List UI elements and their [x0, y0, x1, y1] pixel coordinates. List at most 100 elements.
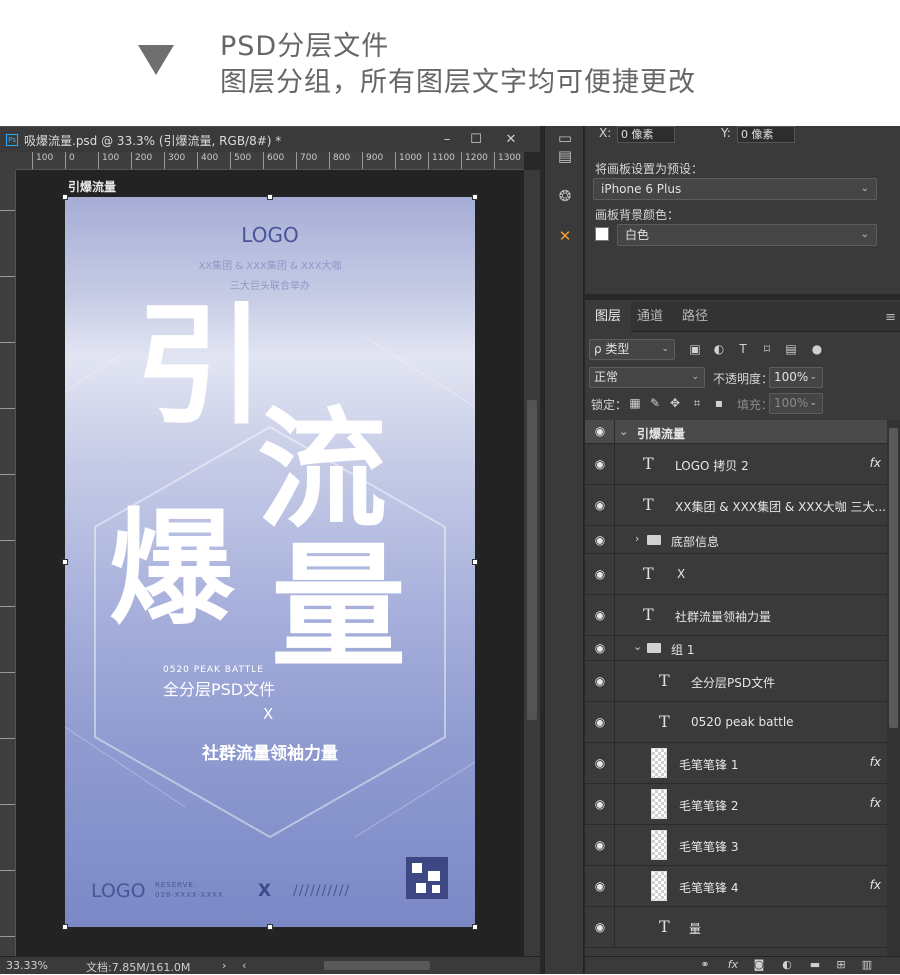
eye-icon[interactable]: ◉ [591, 457, 609, 471]
layer-row[interactable]: ◉ T X [585, 554, 887, 595]
close-button[interactable]: ✕ [496, 130, 526, 149]
layer-row-artboard[interactable]: ◉ ⌄ 引爆流量 [585, 420, 887, 444]
chevron-right-icon[interactable]: › [635, 532, 639, 545]
layer-name: X [677, 567, 686, 581]
eye-icon[interactable]: ◉ [591, 797, 609, 811]
lock-transparency-icon[interactable]: ▦ [627, 395, 643, 411]
eye-icon[interactable]: ◉ [591, 756, 609, 770]
lock-artboard-icon[interactable]: ⌗ [689, 395, 705, 411]
tab-channels[interactable]: 通道 [627, 302, 673, 332]
panel-menu-icon[interactable]: ≡ [885, 310, 896, 325]
document-size[interactable]: 文档:7.85M/161.0M [86, 959, 190, 975]
transform-handle[interactable] [472, 924, 478, 930]
lock-all-icon[interactable]: ▪ [711, 395, 727, 411]
eye-icon[interactable]: ◉ [591, 567, 609, 581]
bg-color-swatch[interactable] [595, 227, 609, 241]
chevron-down-icon[interactable]: ⌄ [619, 425, 628, 438]
lock-position-icon[interactable]: ✥ [667, 395, 683, 411]
chevron-down-icon[interactable]: ⌄ [633, 640, 642, 653]
tool-presets-icon[interactable]: ✕ [553, 224, 577, 248]
artboard-preset-select[interactable]: iPhone 6 Plus ⌄ [593, 178, 877, 200]
x-field[interactable]: 0 像素 [617, 126, 675, 143]
eye-icon[interactable]: ◉ [591, 879, 609, 893]
document-title-bar[interactable]: Ps 吸爆流量.psd @ 33.3% (引爆流量, RGB/8#) * – ☐… [0, 126, 540, 152]
adjustment-icon[interactable]: ◐ [779, 958, 795, 971]
transform-handle[interactable] [62, 924, 68, 930]
scroll-left-icon[interactable]: ‹ [242, 959, 246, 972]
zoom-level[interactable]: 33.33% [6, 959, 48, 972]
opacity-field[interactable]: 100% ⌄ [769, 367, 823, 388]
fx-icon[interactable]: fx [870, 755, 881, 769]
vertical-ruler[interactable] [0, 170, 16, 956]
eye-icon[interactable]: ◉ [591, 498, 609, 512]
transform-handle[interactable] [267, 194, 273, 200]
transform-handle[interactable] [267, 924, 273, 930]
eye-icon[interactable]: ◉ [591, 674, 609, 688]
tab-layers[interactable]: 图层 [585, 302, 632, 332]
artboard[interactable]: LOGO XX集团 & XXX集团 & XXX大咖 三大巨头联合举办 引 流 爆… [65, 197, 475, 927]
layer-row-group[interactable]: ◉ › 底部信息 [585, 526, 887, 554]
layer-row[interactable]: ◉ T 社群流量领袖力量 [585, 595, 887, 636]
eye-icon[interactable]: ◉ [591, 533, 609, 547]
type-filter-icon[interactable]: T [735, 341, 751, 357]
transform-handle[interactable] [62, 194, 68, 200]
tab-paths[interactable]: 路径 [672, 302, 718, 332]
horizontal-ruler[interactable]: 100 0 100 200 300 400 500 600 700 800 90… [16, 152, 524, 170]
blend-mode-select[interactable]: 正常 ⌄ [589, 367, 705, 388]
link-icon[interactable]: ⚭ [697, 958, 713, 971]
lock-pixels-icon[interactable]: ✎ [647, 395, 663, 411]
pixel-filter-icon[interactable]: ▣ [687, 341, 703, 357]
fill-field[interactable]: 100% ⌄ [769, 393, 823, 414]
trash-icon[interactable]: ▥ [859, 958, 875, 971]
status-arrow-icon[interactable]: › [222, 959, 226, 972]
layer-row[interactable]: ◉ 毛笔笔锋 1 fx [585, 743, 887, 784]
folder-icon[interactable]: ▬ [807, 958, 823, 971]
fx-icon[interactable]: fx [725, 958, 741, 971]
layer-row[interactable]: ◉ T XX集团 & XXX集团 & XXX大咖 三大... [585, 485, 887, 526]
transform-handle[interactable] [472, 194, 478, 200]
layer-row[interactable]: ◉ 毛笔笔锋 4 fx [585, 866, 887, 907]
minimize-button[interactable]: – [432, 130, 462, 149]
layers-scrollbar[interactable] [887, 420, 900, 956]
fx-icon[interactable]: fx [870, 796, 881, 810]
maximize-button[interactable]: ☐ [461, 130, 491, 149]
horizontal-scroll-thumb[interactable] [324, 961, 430, 970]
eye-icon[interactable]: ◉ [591, 715, 609, 729]
eye-icon[interactable]: ◉ [591, 920, 609, 934]
ruler-origin[interactable] [0, 152, 16, 170]
eye-icon[interactable]: ◉ [591, 641, 609, 655]
eye-icon[interactable]: ◉ [591, 424, 609, 438]
fx-icon[interactable]: fx [870, 456, 881, 470]
transform-handle[interactable] [472, 559, 478, 565]
smart-object-filter-icon[interactable]: ▤ [783, 341, 799, 357]
layer-row[interactable]: ◉ T 0520 peak battle [585, 702, 887, 743]
brush-presets-icon[interactable]: ❂ [553, 184, 577, 208]
text-layer-icon: T [643, 564, 654, 583]
layers-scroll-thumb[interactable] [889, 428, 898, 728]
shape-filter-icon[interactable]: ⌑ [759, 341, 775, 357]
layer-filter-bar: ρ 类型 ⌄ ▣ ◐ T ⌑ ▤ ● [585, 336, 900, 364]
layer-row[interactable]: ◉ 毛笔笔锋 3 [585, 825, 887, 866]
eye-icon[interactable]: ◉ [591, 838, 609, 852]
bg-color-select[interactable]: 白色 ⌄ [617, 224, 877, 246]
layer-row[interactable]: ◉ T 全分层PSD文件 [585, 661, 887, 702]
kind-filter-select[interactable]: ρ 类型 ⌄ [589, 339, 675, 360]
new-layer-icon[interactable]: ⊞ [833, 958, 849, 971]
vertical-scroll-thumb[interactable] [527, 400, 537, 720]
layer-row[interactable]: ◉ T 量 [585, 907, 887, 948]
chevron-down-icon: ⌄ [691, 372, 699, 382]
artboard-label[interactable]: 引爆流量 [68, 178, 116, 195]
adjustment-filter-icon[interactable]: ◐ [711, 341, 727, 357]
mask-icon[interactable]: ◙ [751, 958, 767, 971]
layer-row[interactable]: ◉ 毛笔笔锋 2 fx [585, 784, 887, 825]
notes-icon[interactable]: ▤ [553, 144, 577, 168]
layer-row-group[interactable]: ◉ ⌄ 组 1 [585, 636, 887, 661]
layer-row[interactable]: ◉ T LOGO 拷贝 2 fx [585, 444, 887, 485]
filter-toggle-icon[interactable]: ● [809, 341, 825, 357]
vertical-scrollbar[interactable] [524, 170, 540, 956]
eye-icon[interactable]: ◉ [591, 608, 609, 622]
canvas-area[interactable]: 引爆流量 LOGO XX集团 & XXX集团 & XXX大咖 三大巨头联合举办 … [16, 170, 524, 956]
transform-handle[interactable] [62, 559, 68, 565]
y-field[interactable]: 0 像素 [737, 126, 795, 143]
fx-icon[interactable]: fx [870, 878, 881, 892]
